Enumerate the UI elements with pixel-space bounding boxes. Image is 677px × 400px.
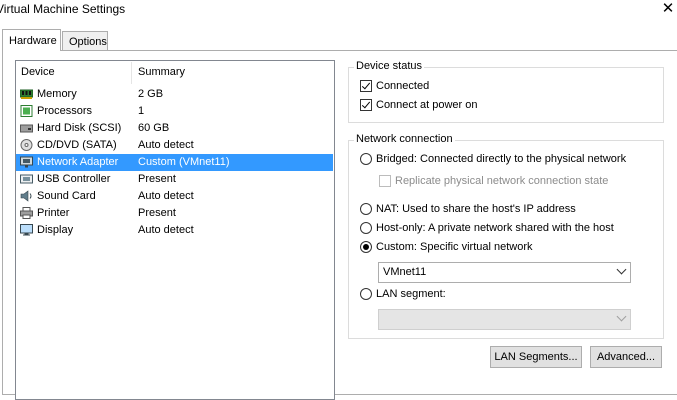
processor-icon <box>20 105 33 117</box>
host-only-label[interactable]: Host-only: A private network shared with… <box>376 222 614 234</box>
advanced-button[interactable]: Advanced... <box>590 346 662 368</box>
chevron-down-icon <box>616 311 627 322</box>
window-title: Virtual Machine Settings <box>0 2 126 16</box>
custom-radio[interactable] <box>360 241 372 253</box>
device-name: Sound Card <box>37 190 96 202</box>
tab-hardware[interactable]: Hardware <box>2 29 61 51</box>
network-connection-title: Network connection <box>354 133 455 145</box>
lan-segment-select[interactable] <box>378 309 631 330</box>
nat-radio[interactable] <box>360 203 372 215</box>
memory-icon <box>20 89 33 99</box>
printer-icon <box>20 207 33 219</box>
display-icon <box>20 224 33 236</box>
usb-icon <box>20 174 33 184</box>
device-row-memory[interactable]: Memory 2 GB <box>16 86 333 103</box>
device-name: Printer <box>37 207 70 219</box>
device-summary: Present <box>138 207 176 219</box>
connected-checkbox[interactable] <box>360 80 372 92</box>
device-name: Display <box>37 224 74 236</box>
bridged-radio[interactable] <box>360 153 372 165</box>
device-summary: 60 GB <box>138 122 170 134</box>
device-summary: Present <box>138 173 176 185</box>
host-only-radio[interactable] <box>360 222 372 234</box>
device-summary: Auto detect <box>138 224 194 236</box>
nat-label[interactable]: NAT: Used to share the host's IP address <box>376 203 576 215</box>
replicate-label[interactable]: Replicate physical network connection st… <box>395 175 608 187</box>
device-row-processors[interactable]: Processors 1 <box>16 103 333 120</box>
cd-dvd-icon <box>20 139 33 151</box>
device-row-sound-card[interactable]: Sound Card Auto detect <box>16 188 333 205</box>
summary-column-header[interactable]: Summary <box>138 66 185 78</box>
close-icon[interactable]: ✕ <box>661 0 675 18</box>
device-summary: 1 <box>138 105 145 117</box>
device-name: Network Adapter <box>37 156 119 168</box>
device-summary: Auto detect <box>138 139 194 151</box>
device-summary: 2 GB <box>138 88 164 100</box>
connected-label[interactable]: Connected <box>376 80 429 92</box>
device-row-display[interactable]: Display Auto detect <box>16 222 333 239</box>
chevron-down-icon <box>616 264 627 275</box>
device-summary: Custom (VMnet11) <box>138 156 230 168</box>
device-row-cd-dvd[interactable]: CD/DVD (SATA) Auto detect <box>16 137 333 154</box>
device-status-title: Device status <box>354 60 425 72</box>
device-name: Hard Disk (SCSI) <box>37 122 122 134</box>
lan-segment-radio[interactable] <box>360 288 372 300</box>
device-row-hard-disk[interactable]: Hard Disk (SCSI) 60 GB <box>16 120 333 137</box>
device-name: CD/DVD (SATA) <box>37 139 117 151</box>
tab-options[interactable]: Options <box>62 31 108 50</box>
device-summary: Auto detect <box>138 190 194 202</box>
device-name: Memory <box>37 88 77 100</box>
connect-at-power-on-checkbox[interactable] <box>360 99 372 111</box>
lan-segments-button[interactable]: LAN Segments... <box>490 346 582 368</box>
device-row-usb-controller[interactable]: USB Controller Present <box>16 171 333 188</box>
connect-at-power-on-label[interactable]: Connect at power on <box>376 99 478 111</box>
sound-card-icon <box>20 190 32 202</box>
hard-disk-icon <box>20 124 33 133</box>
device-name: Processors <box>37 105 93 117</box>
column-divider <box>131 62 132 84</box>
device-row-printer[interactable]: Printer Present <box>16 205 333 222</box>
device-name: USB Controller <box>37 173 111 185</box>
network-adapter-icon <box>20 156 33 168</box>
device-column-header[interactable]: Device <box>21 66 55 78</box>
device-status-group <box>348 67 664 123</box>
replicate-checkbox[interactable] <box>379 175 391 187</box>
device-row-network-adapter[interactable]: Network Adapter Custom (VMnet11) <box>16 154 333 171</box>
lan-segment-label[interactable]: LAN segment: <box>376 288 446 300</box>
custom-label[interactable]: Custom: Specific virtual network <box>376 241 533 253</box>
bridged-label[interactable]: Bridged: Connected directly to the physi… <box>376 153 626 165</box>
custom-network-select[interactable]: VMnet11 <box>378 262 631 283</box>
custom-network-value: VMnet11 <box>383 266 427 278</box>
